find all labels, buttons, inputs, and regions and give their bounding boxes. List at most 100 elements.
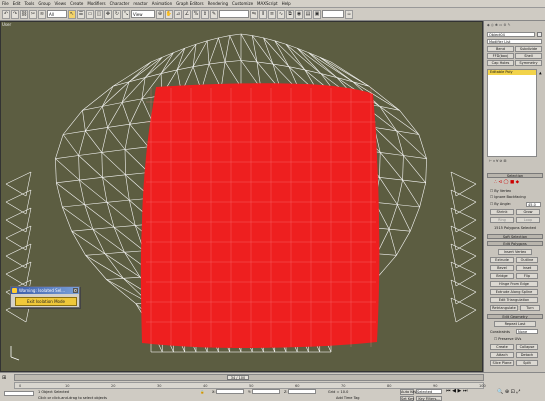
auto-key-button[interactable]: Auto Key — [400, 389, 417, 395]
z-coordinate-field[interactable] — [288, 389, 316, 394]
dialog-title-bar[interactable]: Warning: Isolated Sel... × — [11, 287, 79, 294]
spinner-snap-icon[interactable]: ⇕ — [201, 9, 209, 19]
pivot-center-icon[interactable]: ⊕ — [156, 9, 164, 19]
soft-selection-rollout[interactable]: Soft Selection — [487, 234, 543, 239]
bridge-button[interactable]: Bridge — [490, 273, 514, 279]
extrude-button[interactable]: Extrude — [490, 257, 514, 263]
playback-controls[interactable]: ⏮ ◀ ▶ ⏭ — [446, 388, 467, 394]
ref-coord-dropdown[interactable]: View — [131, 10, 155, 18]
create-button[interactable]: Create — [490, 344, 514, 350]
select-scale-icon[interactable]: ⤡ — [122, 9, 130, 19]
add-time-tag[interactable]: Add Time Tag — [336, 396, 360, 400]
close-icon[interactable]: × — [73, 288, 78, 293]
attach-button[interactable]: Attach — [490, 352, 514, 358]
edit-geometry-rollout[interactable]: Edit Geometry — [487, 314, 543, 319]
select-object-icon[interactable]: ↖ — [68, 9, 76, 19]
symmetry-button[interactable]: Symmetry — [515, 60, 542, 66]
stack-item-editable-poly[interactable]: Editable Poly — [488, 70, 536, 75]
key-filters-button[interactable]: Key Filters... — [416, 396, 442, 401]
stack-tools-icons[interactable]: ⊢ ⏸ ∀ ⊘ ⊞ — [489, 159, 507, 163]
flip-button[interactable]: Flip — [516, 273, 538, 279]
split-button[interactable]: Split — [516, 360, 538, 366]
modifier-list-dropdown[interactable]: Modifier List — [487, 39, 542, 44]
set-key-button[interactable]: Set Key — [400, 396, 414, 401]
bend-button[interactable]: Bend — [487, 46, 514, 52]
unlink-icon[interactable]: ✂ — [29, 9, 37, 19]
inset-button[interactable]: Inset — [516, 265, 538, 271]
edit-polygons-rollout[interactable]: Edit Polygons — [487, 241, 543, 246]
link-icon[interactable]: ⛓ — [20, 9, 28, 19]
menu-item[interactable]: Create — [70, 1, 83, 6]
detach-button[interactable]: Detach — [516, 352, 538, 358]
undo-icon[interactable]: ↶ — [2, 9, 10, 19]
object-color-swatch[interactable] — [537, 32, 542, 37]
named-selection-dropdown[interactable] — [219, 10, 249, 18]
select-by-name-icon[interactable]: ☰ — [77, 9, 85, 19]
schematic-view-icon[interactable]: ⧉ — [286, 9, 294, 19]
menu-item[interactable]: Edit — [13, 1, 21, 6]
by-angle-checkbox[interactable]: ☐ By Angle: — [490, 202, 511, 206]
viewport-navigation-icons[interactable]: 🔍 ⊕ ⊡ ⤢ — [497, 389, 520, 395]
menu-item[interactable]: Group — [38, 1, 50, 6]
select-move-icon[interactable]: ✥ — [104, 9, 112, 19]
layer-manager-icon[interactable]: ≡ — [268, 9, 276, 19]
ignore-backfacing-checkbox[interactable]: ☐ Ignore Backfacing — [490, 195, 526, 199]
shrink-button[interactable]: Shrink — [490, 209, 514, 215]
constraints-dropdown[interactable]: None — [516, 329, 538, 334]
x-coordinate-field[interactable] — [216, 389, 244, 394]
percent-snap-icon[interactable]: % — [192, 9, 200, 19]
select-rotate-icon[interactable]: ↻ — [113, 9, 121, 19]
menu-item[interactable]: Tools — [24, 1, 34, 6]
y-coordinate-field[interactable] — [252, 389, 280, 394]
by-vertex-checkbox[interactable]: ☐ By Vertex — [490, 189, 511, 193]
bind-space-warp-icon[interactable]: ≋ — [38, 9, 46, 19]
select-manipulate-icon[interactable]: ✋ — [165, 9, 173, 19]
curve-editor-icon[interactable]: ∿ — [277, 9, 285, 19]
render-setup-icon[interactable]: ▤ — [304, 9, 312, 19]
preserve-uvs-checkbox[interactable]: ☐ Preserve UVs — [494, 337, 521, 341]
track-bar[interactable]: 0 10 20 30 40 50 60 70 80 90 100 — [14, 382, 486, 389]
quick-render-icon[interactable]: ☕ — [345, 9, 353, 19]
retriangulate-button[interactable]: Retriangulate — [490, 305, 518, 311]
menu-item[interactable]: reactor — [133, 1, 147, 6]
menu-item[interactable]: Help — [282, 1, 291, 6]
selection-filter-dropdown[interactable]: All — [47, 10, 67, 18]
redo-icon[interactable]: ↷ — [11, 9, 19, 19]
loop-button[interactable]: Loop — [516, 217, 540, 223]
lock-selection-icon[interactable]: 🔒 — [200, 390, 204, 394]
selection-rollout[interactable]: Selection — [487, 173, 543, 178]
by-angle-spinner[interactable]: 45.0 — [526, 202, 541, 207]
time-slider[interactable]: 34 / 100 — [14, 374, 484, 381]
render-type-dropdown[interactable] — [322, 10, 344, 18]
named-selection-icon[interactable]: ✎ — [210, 9, 218, 19]
menu-item[interactable]: Views — [55, 1, 67, 6]
exit-isolation-mode-button[interactable]: Exit Isolation Mode — [15, 297, 77, 306]
edit-triangulation-button[interactable]: Edit Triangulation — [490, 297, 538, 303]
subdivide-button[interactable]: Subdivide — [515, 46, 542, 52]
menu-item[interactable]: Rendering — [208, 1, 228, 6]
ring-button[interactable]: Ring — [490, 217, 514, 223]
stack-scroll-icon[interactable]: ▲ — [539, 71, 542, 75]
turn-button[interactable]: Turn — [520, 305, 540, 311]
grow-button[interactable]: Grow — [516, 209, 540, 215]
menu-item[interactable]: File — [2, 1, 9, 6]
subobject-level-icons[interactable]: ∴ ⊲ ◯ ■ ◆ — [494, 180, 519, 185]
align-icon[interactable]: ⫴ — [259, 9, 267, 19]
slice-plane-button[interactable]: Slice Plane — [490, 360, 514, 366]
panel-tabs[interactable]: ◆ ◎ ✱ ▭ ⚙ ✎ — [487, 23, 511, 27]
angle-snap-icon[interactable]: ∠ — [183, 9, 191, 19]
modifier-stack[interactable]: Editable Poly — [487, 69, 537, 157]
window-crossing-icon[interactable]: ◫ — [95, 9, 103, 19]
rect-selection-icon[interactable]: ▭ — [86, 9, 94, 19]
material-editor-icon[interactable]: ◉ — [295, 9, 303, 19]
ffd-box-button[interactable]: FFD(box) — [487, 53, 514, 59]
cap-holes-button[interactable]: Cap Holes — [487, 60, 514, 66]
perspective-viewport[interactable] — [0, 21, 483, 372]
repeat-last-button[interactable]: Repeat Last — [494, 321, 536, 327]
key-selection-dropdown[interactable]: Selected — [416, 389, 442, 394]
maxscript-listener-field[interactable] — [4, 391, 34, 396]
bevel-button[interactable]: Bevel — [490, 265, 514, 271]
menu-item[interactable]: Animation — [152, 1, 172, 6]
mini-listener-icon[interactable]: ⊞ — [2, 375, 6, 381]
menu-item[interactable]: Customize — [232, 1, 253, 6]
